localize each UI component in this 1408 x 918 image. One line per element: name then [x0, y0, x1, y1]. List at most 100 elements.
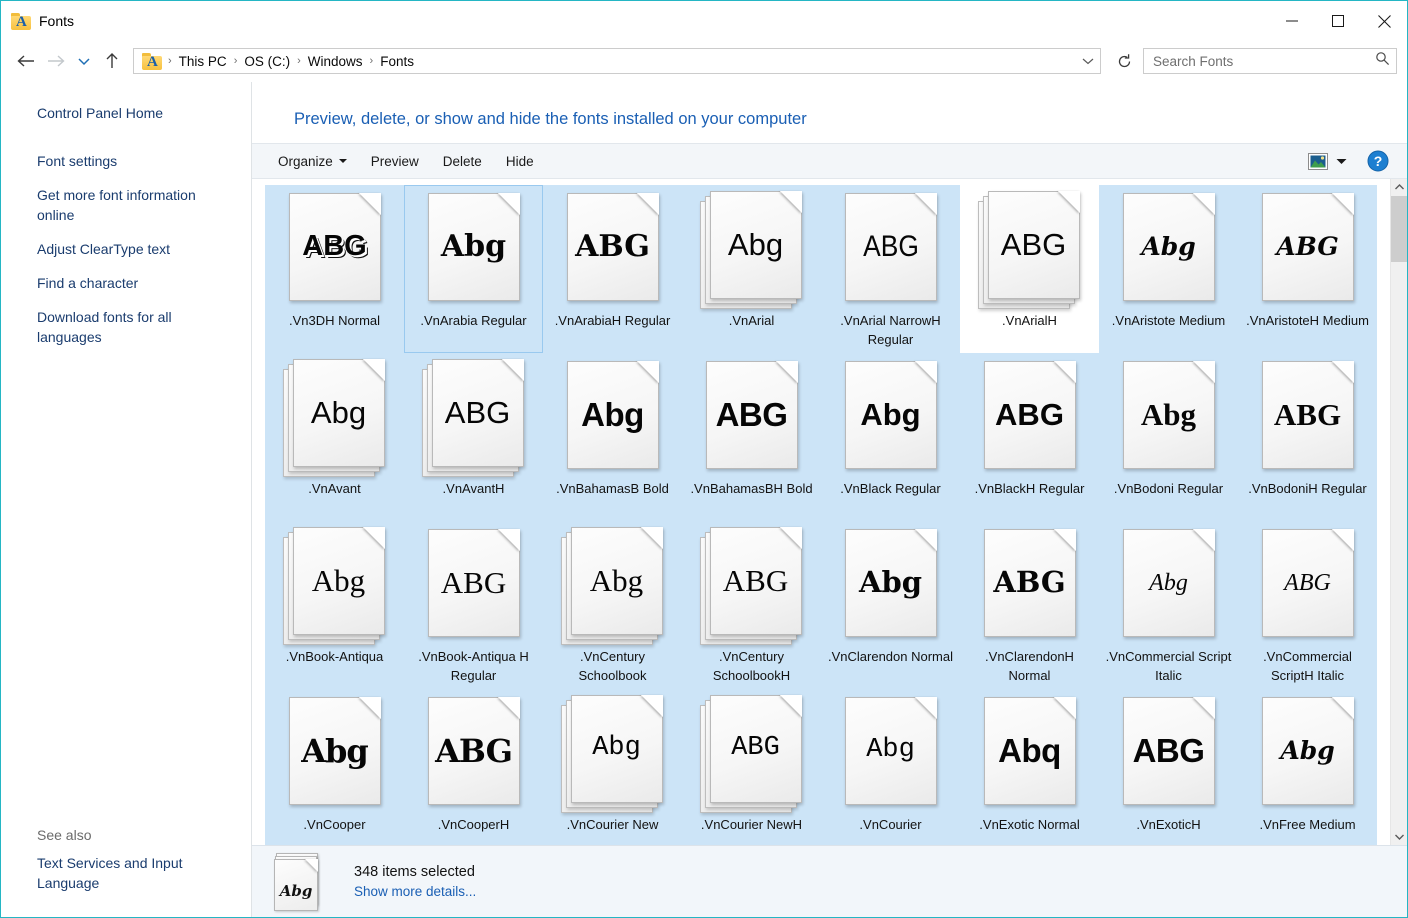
font-preview-glyph: Abg	[589, 563, 644, 599]
font-tile[interactable]: Abg .VnBahamasB Bold	[543, 352, 682, 521]
scroll-down-button[interactable]	[1391, 828, 1407, 846]
breadcrumb-item-fonts[interactable]: Fonts	[375, 52, 419, 71]
font-file-icon: Abg	[543, 359, 682, 477]
page-title: Preview, delete, or show and hide the fo…	[252, 82, 1407, 144]
view-options-chevron-down-icon[interactable]	[1334, 154, 1355, 169]
breadcrumb-item-this-pc[interactable]: This PC	[174, 52, 232, 71]
font-tile[interactable]: Abg .VnFree Medium	[1238, 688, 1377, 846]
font-tile[interactable]: Abg .VnArial	[682, 184, 821, 353]
vertical-scrollbar[interactable]	[1390, 178, 1407, 846]
preview-button[interactable]: Preview	[359, 149, 431, 174]
font-tile[interactable]: ABG .VnBlackH Regular	[960, 352, 1099, 521]
font-tile-label: .VnArial NarrowH Regular	[840, 312, 941, 347]
font-tile[interactable]: ABG .VnCooperH	[404, 688, 543, 846]
search-icon[interactable]	[1375, 51, 1390, 71]
breadcrumb-dropdown-icon[interactable]	[1078, 49, 1098, 73]
back-button[interactable]	[11, 46, 41, 76]
font-tile[interactable]: Abg .VnCommercial Script Italic	[1099, 520, 1238, 689]
font-tile[interactable]: ABG .VnBook-Antiqua H Regular	[404, 520, 543, 689]
sidebar-item-find-a-character[interactable]: Find a character	[1, 271, 251, 295]
maximize-button[interactable]	[1315, 1, 1361, 41]
font-tile[interactable]: ABG .VnExoticH	[1099, 688, 1238, 846]
font-tile-label: .VnCourier	[859, 816, 922, 832]
font-tile[interactable]: ABG .VnCommercial ScriptH Italic	[1238, 520, 1377, 689]
sidebar-item-control-panel-home[interactable]: Control Panel Home	[1, 101, 251, 125]
close-button[interactable]	[1361, 1, 1407, 41]
font-tile-label: .VnCooper	[303, 816, 366, 832]
font-preview-glyph: Abg	[592, 733, 641, 764]
hide-button[interactable]: Hide	[494, 149, 546, 174]
font-family-stack-icon: ABG	[404, 358, 543, 477]
sidebar-item-font-settings[interactable]: Font settings	[1, 149, 251, 173]
font-tile[interactable]: Abg .VnArabia Regular	[404, 184, 543, 353]
font-tile[interactable]: ABG .VnBodoniH Regular	[1238, 352, 1377, 521]
sidebar-item-text-services-and-input-language[interactable]: Text Services and Input Language	[1, 851, 251, 895]
font-tile[interactable]: ABG .VnArabiaH Regular	[543, 184, 682, 353]
svg-text:?: ?	[1374, 153, 1383, 169]
help-icon[interactable]: ?	[1357, 150, 1397, 172]
font-tile[interactable]: Abg .VnAristote Medium	[1099, 184, 1238, 353]
font-file-icon: ABG	[682, 359, 821, 477]
delete-button[interactable]: Delete	[431, 149, 494, 174]
font-tile[interactable]: Abg .VnCentury Schoolbook	[543, 520, 682, 689]
font-tile[interactable]: ABG .VnAvantH	[404, 352, 543, 521]
font-tile[interactable]: ABG .VnAristoteH Medium	[1238, 184, 1377, 353]
font-tile[interactable]: Abg .VnAvant	[265, 352, 404, 521]
breadcrumb-bar[interactable]: A › This PC › OS (C:) › Windows › Fonts	[133, 48, 1101, 74]
organize-button[interactable]: Organize	[266, 149, 359, 174]
font-preview-glyph: ABG	[715, 396, 788, 434]
font-preview-glyph: ABG	[862, 229, 919, 263]
font-preview-glyph: ABG	[1273, 397, 1342, 433]
font-tile[interactable]: ABG .VnCentury SchoolbookH	[682, 520, 821, 689]
command-bar-right: ?	[1304, 149, 1397, 174]
font-preview-glyph: Abg	[301, 731, 369, 770]
font-grid: ABG .Vn3DH Normal Abg .VnArabia Regular ABG.…	[252, 179, 1390, 846]
font-file-icon: ABG	[1238, 527, 1377, 645]
sidebar-item-download-fonts-for-all-languages[interactable]: Download fonts for all languages	[1, 305, 251, 349]
font-tile[interactable]: Abg .VnCourier	[821, 688, 960, 846]
search-box[interactable]	[1143, 48, 1397, 74]
scrollbar-thumb[interactable]	[1391, 195, 1407, 262]
font-file-icon: Abg	[1099, 191, 1238, 309]
font-tile-label: .Vn3DH Normal	[288, 312, 381, 328]
font-tile[interactable]: Abg .VnBodoni Regular	[1099, 352, 1238, 521]
search-input[interactable]	[1153, 53, 1375, 69]
font-file-icon: Abq	[960, 695, 1099, 813]
font-preview-glyph: ABG	[1284, 569, 1331, 596]
font-tile[interactable]: ABG .VnClarendonH Normal	[960, 520, 1099, 689]
font-tile[interactable]: Abg .VnCooper	[265, 688, 404, 846]
font-tile[interactable]: ABG .Vn3DH Normal	[265, 184, 404, 353]
up-button[interactable]	[97, 46, 127, 76]
font-tile[interactable]: ABG .VnBahamasBH Bold	[682, 352, 821, 521]
sidebar-item-adjust-cleartype-text[interactable]: Adjust ClearType text	[1, 237, 251, 261]
view-options-icon[interactable]	[1304, 149, 1332, 174]
minimize-button[interactable]	[1269, 1, 1315, 41]
font-tile[interactable]: Abg .VnBook-Antiqua	[265, 520, 404, 689]
font-tile[interactable]: ABG .VnArialH	[960, 185, 1099, 353]
font-tile-label: .VnArial	[728, 312, 775, 328]
status-icon-glyph: Abg	[279, 881, 313, 900]
font-preview-glyph: ABG	[995, 397, 1064, 433]
font-tile-label: .VnAristoteH Medium	[1246, 312, 1369, 328]
sidebar-item-get-more-font-information-online[interactable]: Get more font information online	[1, 183, 251, 227]
font-family-stack-icon: Abg	[682, 190, 821, 309]
font-preview-glyph: ABG	[1132, 732, 1205, 770]
breadcrumb-item-windows[interactable]: Windows	[303, 52, 368, 71]
font-tile[interactable]: Abg .VnBlack Regular	[821, 352, 960, 521]
font-tile[interactable]: Abg .VnCourier New	[543, 688, 682, 846]
font-tile[interactable]: Abq .VnExotic Normal	[960, 688, 1099, 846]
font-tile-label: .VnExotic Normal	[979, 816, 1080, 832]
refresh-button[interactable]	[1111, 48, 1137, 74]
font-tile[interactable]: Abg .VnClarendon Normal	[821, 520, 960, 689]
breadcrumb-item-os-c[interactable]: OS (C:)	[239, 52, 295, 71]
command-bar: Organize Preview Delete Hide ?	[252, 143, 1407, 179]
show-more-details-link[interactable]: Show more details...	[354, 884, 476, 899]
body-area: Control Panel Home Font settings Get mor…	[1, 82, 1407, 917]
recent-locations-button[interactable]	[71, 46, 97, 76]
scrollbar-track[interactable]	[1391, 195, 1407, 829]
font-preview-glyph: Abg	[1280, 736, 1335, 766]
font-tile[interactable]: ABG .VnCourier NewH	[682, 688, 821, 846]
scroll-up-button[interactable]	[1391, 178, 1407, 196]
font-tile[interactable]: ABG .VnArial NarrowH Regular	[821, 184, 960, 353]
font-preview-glyph: Abq	[998, 732, 1061, 770]
